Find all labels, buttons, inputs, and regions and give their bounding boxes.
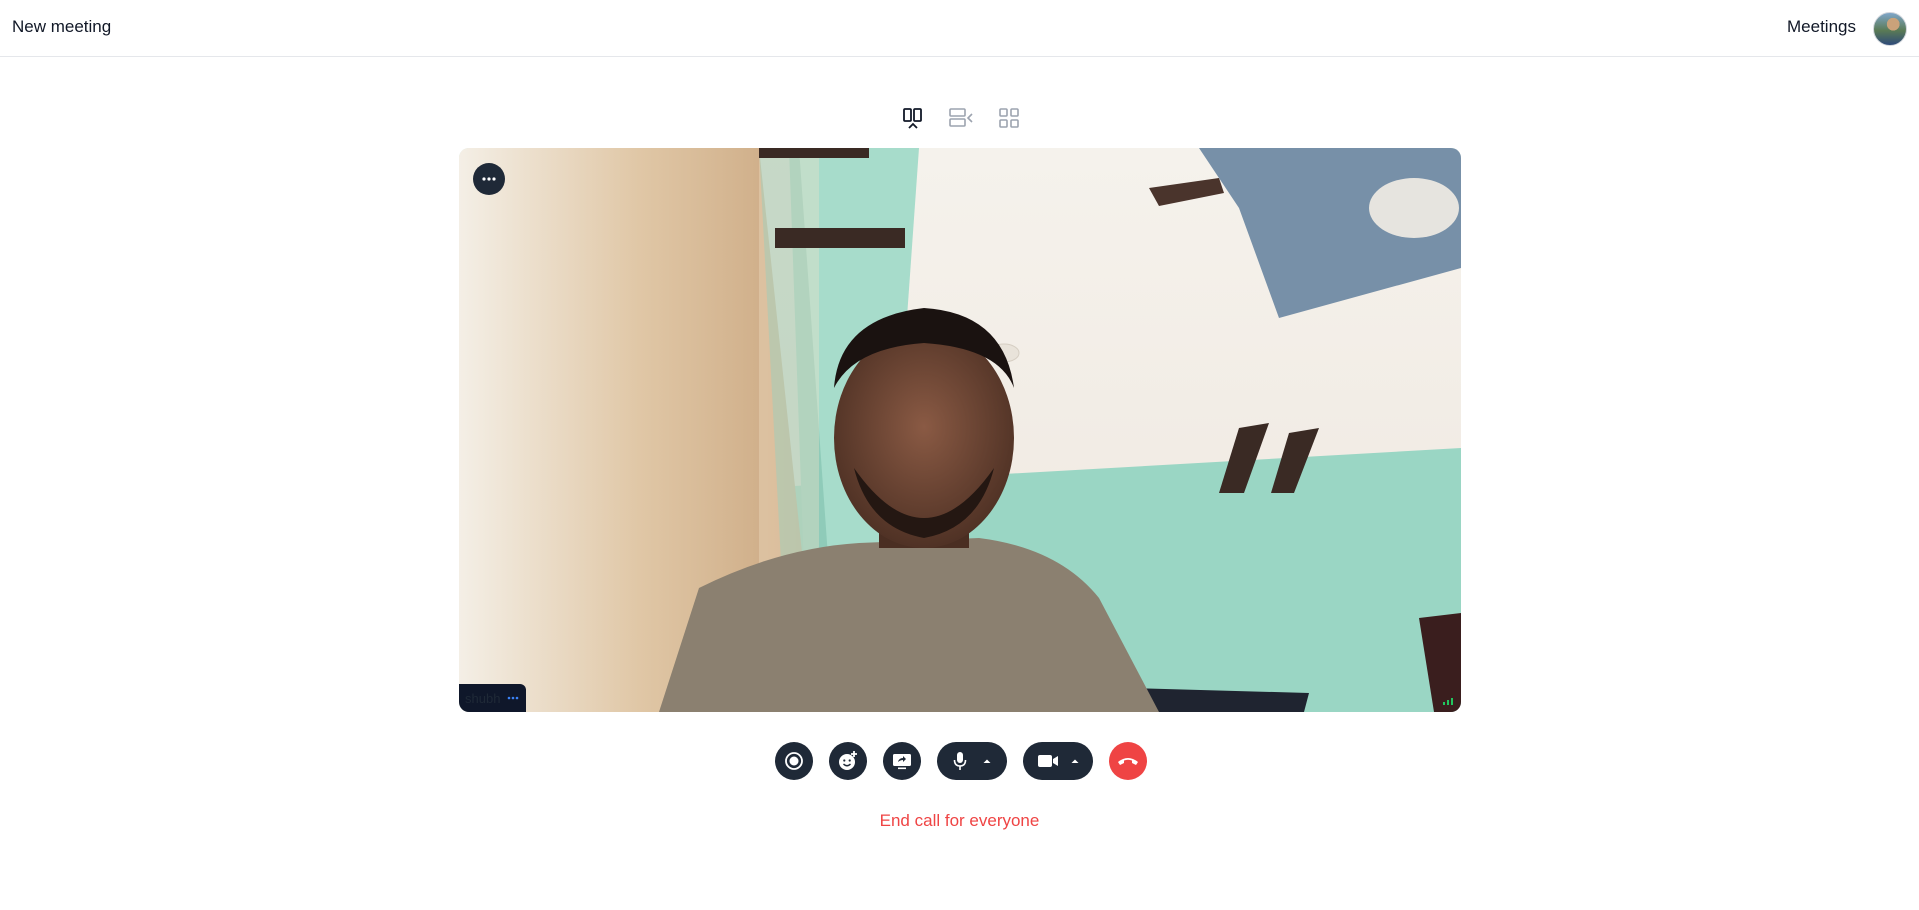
sidebar-view-button[interactable] (945, 103, 977, 133)
record-icon (785, 752, 803, 770)
speaker-view-button[interactable] (897, 103, 929, 133)
grid-view-button[interactable] (993, 103, 1025, 133)
end-call-for-everyone-link[interactable]: End call for everyone (0, 811, 1919, 831)
chevron-up-icon[interactable] (1070, 757, 1080, 765)
layout-switcher (897, 103, 1025, 133)
more-horizontal-icon[interactable] (506, 695, 520, 701)
chevron-up-icon[interactable] (982, 757, 992, 765)
screen-share-icon (893, 754, 911, 770)
reactions-button[interactable] (829, 742, 867, 780)
participant-video-tile: shubh (459, 148, 1461, 712)
record-button[interactable] (775, 742, 813, 780)
user-avatar[interactable] (1873, 12, 1907, 46)
top-bar: New meeting Meetings (0, 0, 1919, 57)
emoji-add-icon (839, 751, 857, 770)
video-camera-icon[interactable] (1037, 753, 1059, 769)
sidebar-view-icon (949, 108, 973, 127)
participant-name-tag: shubh (459, 684, 527, 712)
call-controls (775, 742, 1147, 780)
signal-strength-icon (1443, 698, 1453, 705)
grid-view-icon (999, 108, 1019, 128)
page-title: New meeting (12, 17, 112, 36)
microphone-control[interactable] (937, 742, 1007, 780)
video-feed (459, 148, 1461, 712)
microphone-icon[interactable] (952, 751, 968, 771)
camera-control[interactable] (1023, 742, 1093, 780)
screen-share-button[interactable] (883, 742, 921, 780)
participant-name: shubh (465, 690, 501, 706)
meetings-link[interactable]: Meetings (1787, 17, 1856, 37)
more-horizontal-icon (482, 177, 496, 181)
speaker-view-icon (903, 108, 922, 129)
tile-more-button[interactable] (473, 163, 505, 195)
hang-up-button[interactable] (1109, 742, 1147, 780)
phone-hangup-icon (1118, 758, 1138, 765)
